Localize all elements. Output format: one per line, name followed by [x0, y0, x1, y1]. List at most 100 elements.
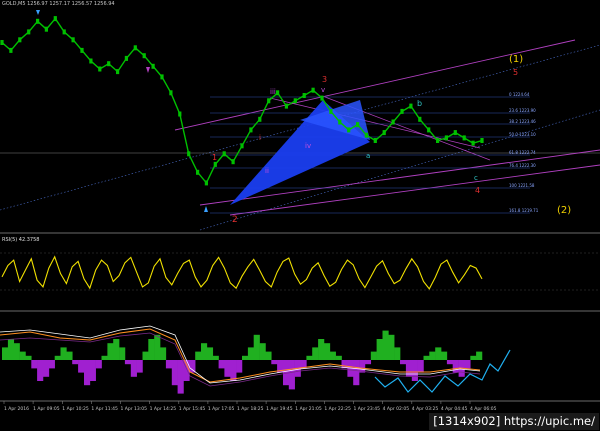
macd-bar	[265, 351, 272, 360]
macd-bar	[171, 360, 178, 386]
macd-bar	[60, 347, 67, 360]
wave-label: iii	[270, 88, 276, 96]
macd-bar	[206, 347, 214, 360]
macd-bar	[78, 360, 85, 373]
fib-label: 100 1221.58	[509, 183, 535, 188]
x-tick-label: 1 Apr 22:25	[324, 406, 351, 412]
macd-bar	[113, 339, 120, 360]
wave-label: i	[259, 134, 261, 142]
macd-bar	[218, 360, 225, 369]
macd-bar	[31, 360, 38, 369]
macd-bar	[423, 355, 430, 360]
macd-bar	[452, 360, 459, 373]
macd-bar	[201, 343, 208, 360]
x-tick-label: 1 Apr 15:45	[179, 406, 206, 412]
watermark-badge: [1314x902] https://upic.me/	[429, 413, 599, 430]
fib-label: 161.8 1219.71	[509, 208, 539, 213]
macd-bar	[370, 351, 377, 360]
macd-bar	[66, 351, 73, 360]
x-tick-label: 1 Apr 11:45	[91, 406, 118, 412]
macd-bar	[37, 360, 44, 381]
macd-bar	[247, 347, 255, 360]
macd-bar	[318, 339, 325, 360]
macd-bar	[435, 347, 442, 360]
macd-bar	[13, 343, 20, 360]
macd-bar	[312, 347, 319, 360]
macd-bar	[124, 360, 132, 365]
main-panel	[0, 0, 600, 232]
ohlc-header: GOLD,M5 1256.97 1257.17 1256.57 1256.94	[2, 1, 115, 7]
wave-label: a	[366, 152, 370, 160]
x-tick-label: 1 Apr 19:45	[266, 406, 293, 412]
macd-bar	[72, 360, 79, 365]
wave-label: 3	[322, 75, 327, 84]
x-tick-label: 4 Apr 03:25	[412, 406, 439, 412]
macd-bar	[119, 347, 126, 360]
macd-bar	[353, 360, 360, 386]
macd-bar	[43, 360, 50, 377]
fib-label: 76.4 1222.30	[509, 163, 536, 168]
x-tick-label: 1 Apr 17:05	[208, 406, 235, 412]
macd-bar	[48, 360, 55, 369]
wave-label: (1)	[509, 54, 523, 65]
wave-label: iv	[305, 142, 311, 150]
macd-bar	[242, 355, 249, 360]
rsi-panel	[0, 234, 600, 310]
macd-bar	[288, 360, 295, 390]
macd-bar	[107, 343, 114, 360]
x-tick-label: 1 Apr 14:25	[150, 406, 177, 412]
wave-label: v	[321, 86, 325, 94]
macd-bar	[429, 351, 436, 360]
wave-label: 1	[212, 153, 217, 162]
macd-bar	[101, 355, 108, 360]
macd-bar	[417, 360, 424, 373]
macd-bar	[259, 343, 266, 360]
macd-bar	[306, 355, 313, 360]
wave-label: 4	[475, 186, 480, 195]
macd-bar	[236, 360, 243, 373]
macd-bar	[54, 355, 61, 360]
macd-bar	[130, 360, 137, 377]
macd-bar	[364, 360, 372, 365]
macd-bar	[376, 339, 383, 360]
macd-bar	[388, 334, 395, 360]
wave-label: c	[474, 174, 478, 182]
macd-bar	[230, 360, 237, 381]
macd-bar	[441, 351, 448, 360]
x-tick-label: 1 Apr 23:45	[354, 406, 381, 412]
x-tick-label: 4 Apr 06:05	[470, 406, 497, 412]
fib-label: 23.6 1223.90	[509, 108, 536, 113]
macd-bar	[212, 355, 219, 360]
macd-bar	[177, 360, 184, 394]
macd-bar	[271, 360, 278, 365]
wave-label: ii	[265, 167, 269, 175]
rsi-label: RSI(5) 42.3758	[2, 237, 39, 243]
macd-bar	[464, 360, 471, 369]
fib-label: 61.8 1222.74	[509, 150, 536, 155]
macd-bar	[136, 360, 143, 373]
macd-bar	[2, 347, 9, 360]
x-tick-label: 1 Apr 21:05	[295, 406, 322, 412]
wave-label: (2)	[557, 205, 571, 216]
price-chart: GOLD,M5 1256.97 1257.17 1256.57 1256.94 …	[0, 0, 600, 412]
macd-bar	[411, 360, 418, 381]
macd-bar	[324, 343, 331, 360]
macd-bar	[470, 355, 477, 360]
macd-bar	[394, 347, 401, 360]
macd-bar	[165, 360, 173, 369]
fib-label: 0 1224.64	[509, 92, 530, 97]
macd-bar	[189, 360, 196, 373]
fib-label: 50.0 1223.10	[509, 132, 536, 137]
macd-bar	[7, 339, 15, 360]
macd-bar	[84, 360, 91, 386]
wave-label: 2	[232, 215, 238, 225]
macd-bar	[400, 360, 407, 365]
macd-bar	[160, 347, 167, 360]
macd-bar	[476, 351, 483, 360]
macd-bar	[154, 334, 161, 360]
x-tick-label: 1 Apr 18:25	[237, 406, 264, 412]
fib-label: 38.2 1223.46	[509, 119, 536, 124]
x-tick-label: 4 Apr 04:45	[441, 406, 468, 412]
macd-bar	[183, 360, 190, 381]
macd-bar	[382, 330, 389, 360]
